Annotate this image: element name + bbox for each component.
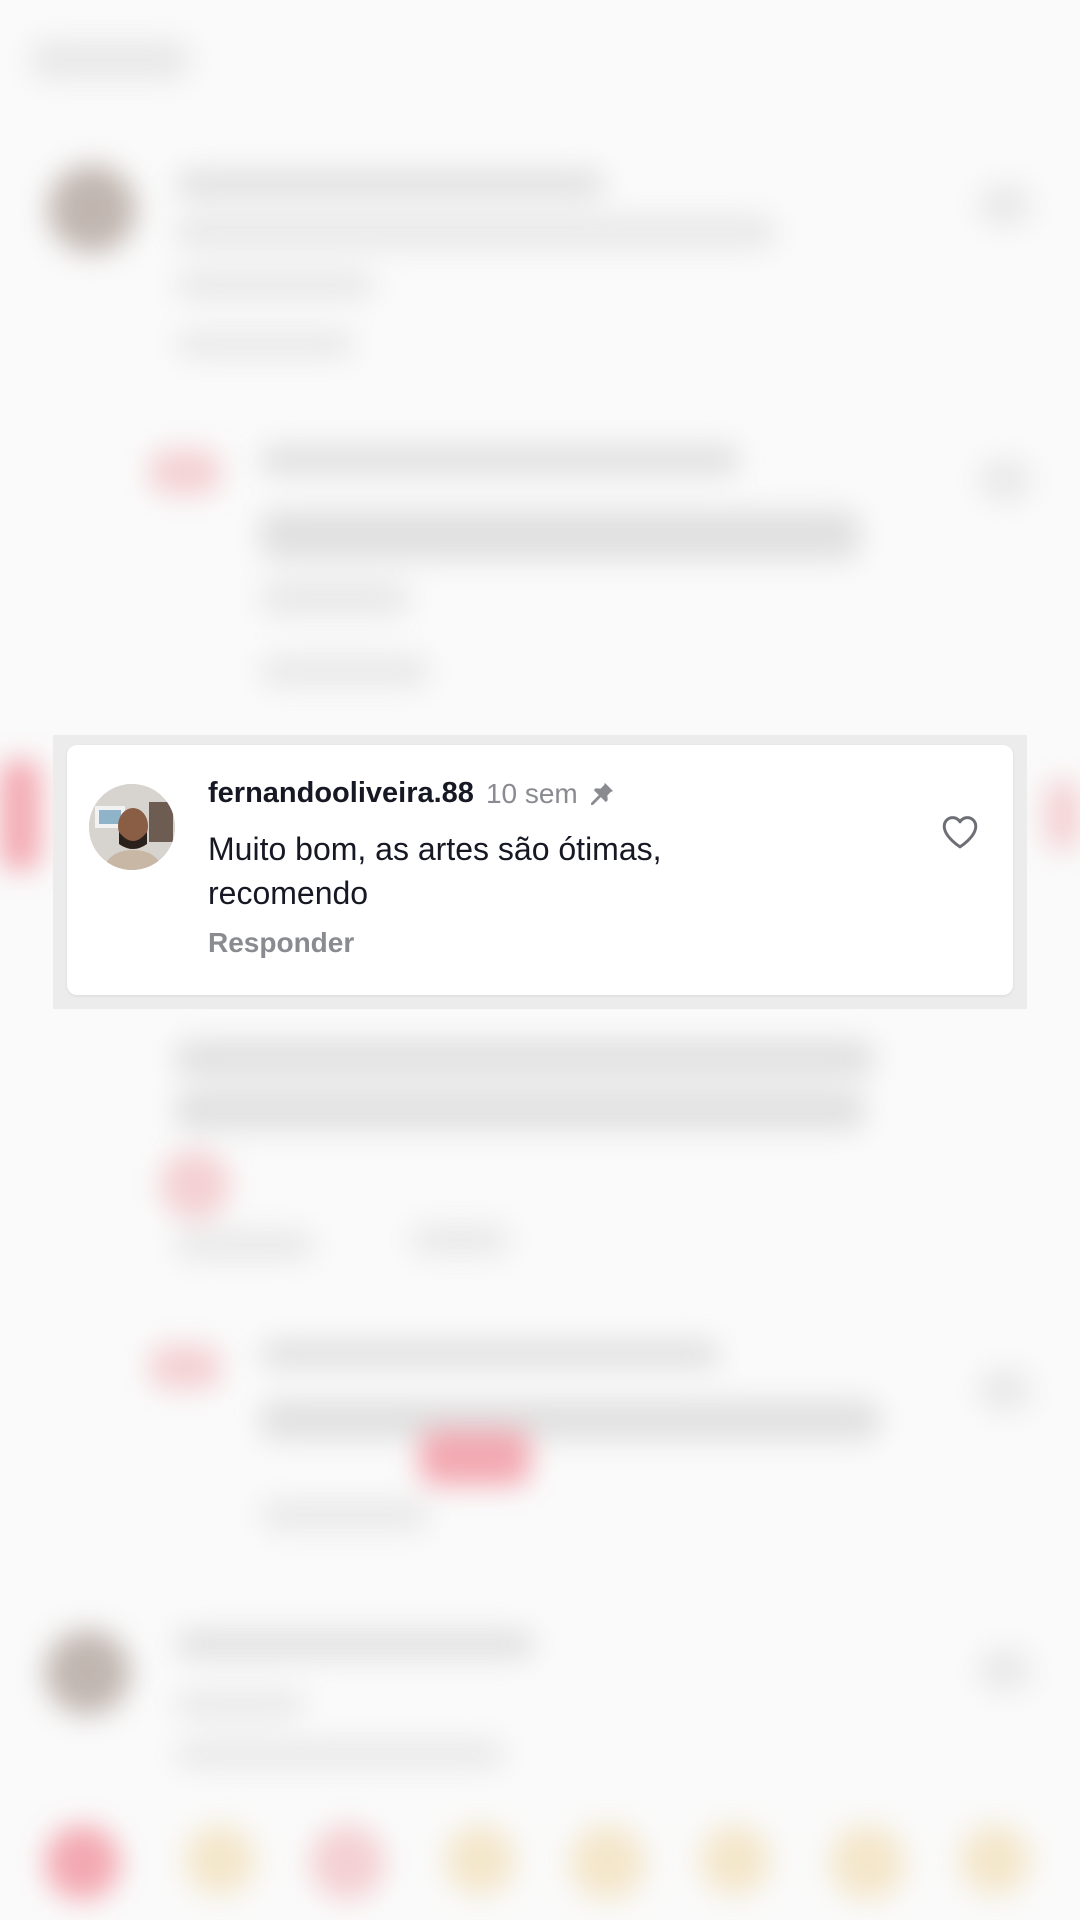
blurred-like bbox=[1045, 780, 1080, 850]
blurred-reaction bbox=[160, 1150, 230, 1220]
heart-outline-icon[interactable] bbox=[939, 811, 981, 853]
blurred-text-line bbox=[260, 580, 410, 616]
blurred-avatar bbox=[150, 1345, 220, 1389]
blurred-text-line bbox=[260, 1500, 430, 1530]
pinned-comment-card[interactable]: fernandooliveira.88 10 sem Muito bom, as… bbox=[67, 745, 1013, 995]
blurred-text-line bbox=[175, 1230, 315, 1260]
blurred-emoji bbox=[445, 1825, 515, 1895]
blurred-text-line bbox=[410, 1225, 510, 1255]
blurred-text-line bbox=[175, 270, 375, 300]
comment-body: Muito bom, as artes são ótimas, recomend… bbox=[208, 831, 662, 911]
blurred-text-line bbox=[175, 330, 355, 358]
blurred-text-line bbox=[175, 1630, 535, 1658]
blurred-text-line bbox=[260, 510, 860, 560]
blurred-emoji bbox=[45, 1825, 120, 1900]
blurred-like bbox=[980, 185, 1030, 225]
blurred-emoji bbox=[960, 1825, 1030, 1895]
blurred-text-line bbox=[175, 215, 775, 249]
avatar[interactable] bbox=[89, 784, 175, 870]
avatar-image bbox=[89, 784, 175, 870]
comment-username[interactable]: fernandooliveira.88 bbox=[208, 777, 474, 810]
blurred-text-line bbox=[175, 170, 605, 198]
comment-meta: fernandooliveira.88 10 sem bbox=[208, 777, 616, 810]
blurred-text-line bbox=[175, 1090, 865, 1130]
blurred-text-line bbox=[260, 1340, 720, 1368]
blurred-emoji bbox=[830, 1825, 905, 1900]
blurred-text-line bbox=[175, 1740, 505, 1768]
blurred-avatar bbox=[48, 165, 136, 253]
blurred-text-line bbox=[175, 1690, 305, 1718]
blurred-text-line bbox=[260, 1400, 880, 1440]
blurred-mention bbox=[420, 1430, 530, 1485]
pin-icon bbox=[588, 780, 616, 808]
blurred-emoji bbox=[185, 1825, 255, 1895]
blurred-like bbox=[980, 460, 1030, 500]
blurred-emoji bbox=[570, 1825, 645, 1900]
blurred-text-line bbox=[175, 1040, 875, 1076]
blurred-avatar bbox=[0, 760, 40, 870]
reply-button[interactable]: Responder bbox=[208, 927, 354, 959]
blurred-text-line bbox=[260, 655, 430, 687]
blurred-emoji bbox=[700, 1825, 770, 1895]
blurred-like bbox=[980, 1650, 1030, 1690]
comment-timestamp: 10 sem bbox=[485, 777, 578, 809]
blurred-like bbox=[980, 1370, 1030, 1410]
blurred-avatar bbox=[150, 450, 220, 494]
blurred-text-line bbox=[260, 445, 740, 475]
blurred-emoji bbox=[310, 1825, 385, 1900]
blurred-header bbox=[30, 40, 190, 80]
blurred-avatar bbox=[45, 1630, 130, 1715]
